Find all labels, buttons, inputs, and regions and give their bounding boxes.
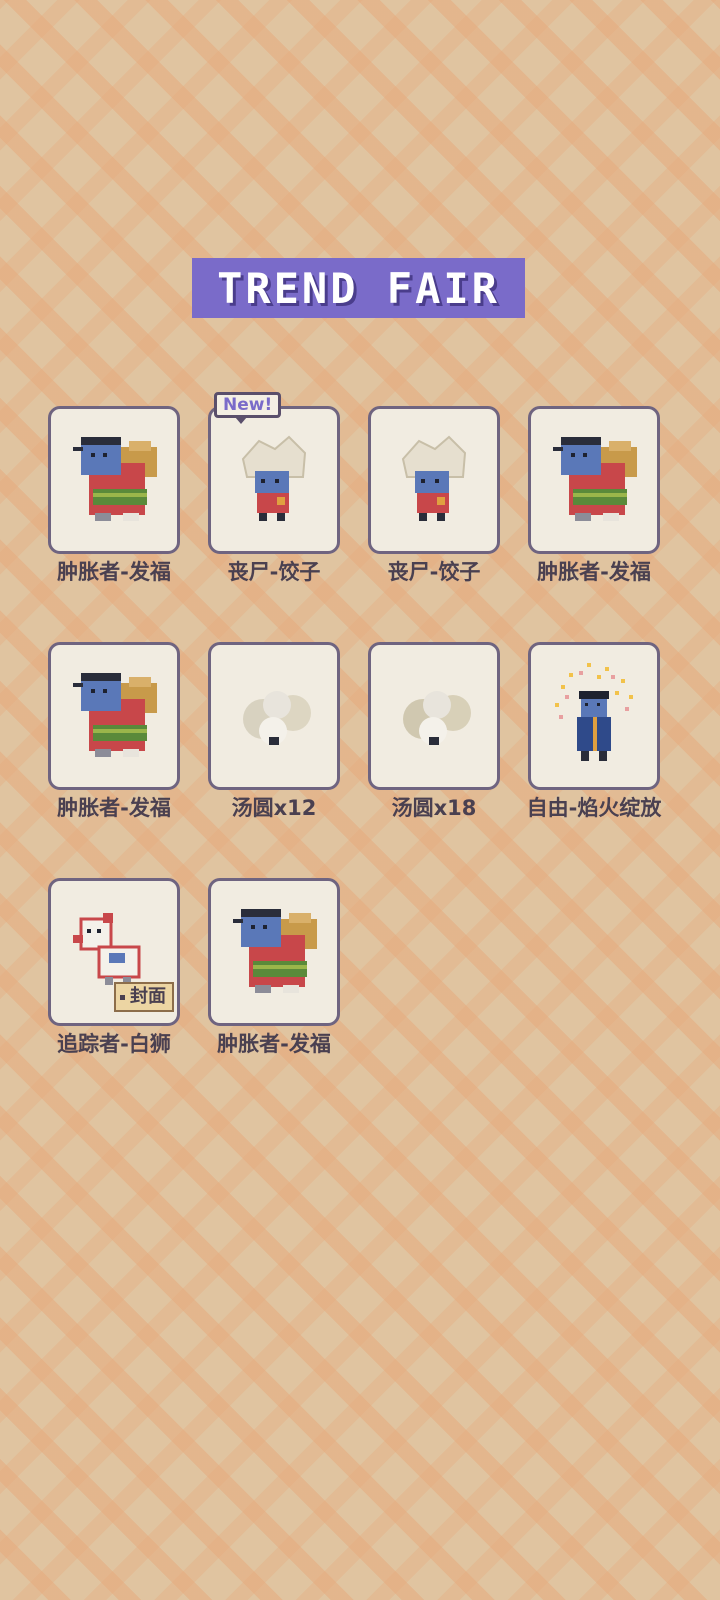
tangyuan-sprite-icon [403, 691, 471, 745]
item-frame [208, 406, 340, 554]
item-label: 肿胀者-发福 [57, 796, 171, 820]
item-label: 追踪者-白狮 [57, 1032, 171, 1056]
item-card[interactable]: 丧尸-饺子 [368, 406, 502, 606]
item-frame [48, 406, 180, 554]
item-frame [528, 406, 660, 554]
tangyuan-sprite-icon [243, 691, 311, 745]
zombie-dumpling-sprite-icon [241, 435, 307, 521]
item-frame [528, 642, 660, 790]
item-label: 汤圆x12 [231, 796, 317, 820]
item-frame [368, 406, 500, 554]
item-frame [48, 642, 180, 790]
item-card[interactable]: 肿胀者-发福 [48, 406, 182, 606]
item-label: 肿胀者-发福 [217, 1032, 331, 1056]
item-label: 丧尸-饺子 [227, 560, 321, 584]
item-card[interactable]: 肿胀者-发福 [528, 406, 662, 606]
item-card[interactable]: 自由-焰火绽放 [527, 642, 662, 842]
item-label: 汤圆x18 [391, 796, 477, 820]
new-badge: New! [214, 392, 282, 424]
item-label: 肿胀者-发福 [57, 560, 171, 584]
item-label: 自由-焰火绽放 [526, 796, 662, 820]
cover-badge: 封面 [114, 982, 174, 1012]
item-frame [368, 642, 500, 790]
item-frame [208, 878, 340, 1026]
bloated-fortune-sprite-icon [233, 909, 317, 993]
item-card[interactable]: 汤圆x12 [208, 642, 342, 842]
zombie-dumpling-sprite-icon [401, 435, 467, 521]
bloated-fortune-sprite-icon [73, 437, 157, 521]
item-card[interactable]: New! 丧尸-饺子 [208, 392, 342, 606]
item-card[interactable]: 封面 追踪者-白狮 [48, 878, 182, 1078]
item-label: 肿胀者-发福 [537, 560, 651, 584]
item-label: 丧尸-饺子 [387, 560, 481, 584]
page-title: TREND FAIR [217, 263, 500, 313]
item-card[interactable]: 肿胀者-发福 [48, 642, 182, 842]
title-banner: TREND FAIR [192, 258, 525, 318]
freedom-fireworks-sprite-icon [555, 663, 633, 761]
item-card[interactable]: 肿胀者-发福 [208, 878, 342, 1078]
bloated-fortune-sprite-icon [73, 673, 157, 757]
item-card[interactable]: 汤圆x18 [368, 642, 502, 842]
item-frame [208, 642, 340, 790]
bloated-fortune-sprite-icon [553, 437, 637, 521]
